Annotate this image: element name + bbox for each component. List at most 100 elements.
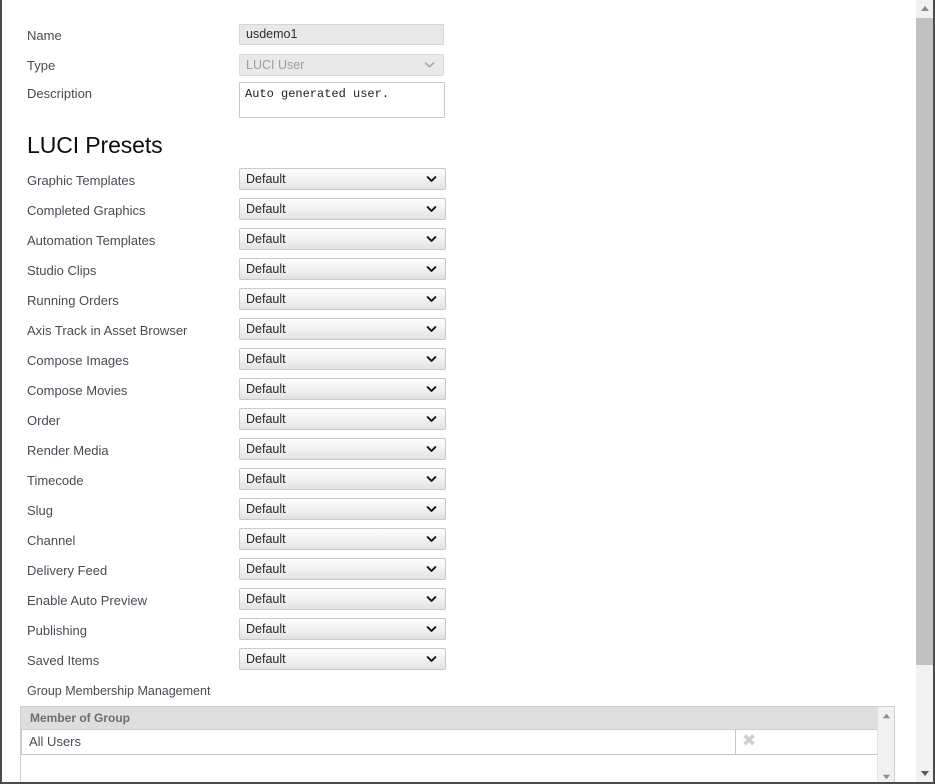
name-label: Name: [27, 28, 62, 43]
table-row[interactable]: All Users ✖: [21, 730, 878, 755]
preset-label-axis-track-in-asset-browser: Axis Track in Asset Browser: [27, 323, 188, 338]
column-header-action: [736, 707, 878, 729]
preset-row-compose-movies: Compose Movies Default: [2, 378, 472, 410]
preset-select-value: Default: [246, 622, 286, 636]
preset-row-order: Order Default: [2, 408, 472, 440]
preset-label-studio-clips: Studio Clips: [27, 263, 97, 278]
type-select[interactable]: LUCI User: [239, 54, 444, 76]
preset-row-channel: Channel Default: [2, 528, 472, 560]
preset-row-graphic-templates: Graphic Templates Default: [2, 168, 472, 200]
form-row-name: Name usdemo1: [2, 24, 472, 56]
preset-label-running-orders: Running Orders: [27, 293, 119, 308]
preset-row-axis-track-in-asset-browser: Axis Track in Asset Browser Default: [2, 318, 472, 350]
chevron-down-icon: [426, 264, 437, 275]
preset-row-automation-templates: Automation Templates Default: [2, 228, 472, 260]
form-row-description: Description Auto generated user.: [2, 82, 472, 124]
chevron-down-icon: [426, 324, 437, 335]
preset-select-publishing[interactable]: Default: [239, 618, 446, 640]
chevron-down-icon: [426, 354, 437, 365]
group-name-cell: All Users: [21, 730, 736, 755]
preset-row-completed-graphics: Completed Graphics Default: [2, 198, 472, 230]
preset-select-compose-images[interactable]: Default: [239, 348, 446, 370]
preset-select-timecode[interactable]: Default: [239, 468, 446, 490]
chevron-down-icon: [426, 204, 437, 215]
preset-select-value: Default: [246, 532, 286, 546]
preset-label-channel: Channel: [27, 533, 76, 548]
preset-select-value: Default: [246, 412, 286, 426]
chevron-down-icon: [426, 624, 437, 635]
properties-content-pane: Name usdemo1 Type LUCI User Description …: [2, 0, 907, 782]
preset-select-value: Default: [246, 322, 286, 336]
preset-label-compose-movies: Compose Movies: [27, 383, 128, 398]
group-membership-table: Member of Group All Users ✖: [21, 707, 878, 755]
preset-select-value: Default: [246, 172, 286, 186]
preset-select-running-orders[interactable]: Default: [239, 288, 446, 310]
delete-x-icon[interactable]: ✖: [742, 730, 756, 753]
preset-select-automation-templates[interactable]: Default: [239, 228, 446, 250]
page-title: LUCI Presets: [27, 132, 163, 158]
row-action-cell: ✖: [736, 730, 878, 755]
group-membership-label: Group Membership Management: [27, 684, 211, 698]
preset-select-value: Default: [246, 292, 286, 306]
scroll-down-arrow-icon[interactable]: [878, 768, 894, 782]
chevron-down-icon: [426, 504, 437, 515]
panel-scrollbar[interactable]: [877, 707, 894, 782]
preset-select-value: Default: [246, 592, 286, 606]
chevron-down-icon: [426, 294, 437, 305]
preset-row-enable-auto-preview: Enable Auto Preview Default: [2, 588, 472, 620]
preset-select-value: Default: [246, 352, 286, 366]
preset-label-compose-images: Compose Images: [27, 353, 129, 368]
chevron-down-icon: [426, 234, 437, 245]
preset-select-value: Default: [246, 232, 286, 246]
group-membership-panel: Member of Group All Users ✖: [20, 706, 895, 782]
preset-select-order[interactable]: Default: [239, 408, 446, 430]
preset-select-value: Default: [246, 202, 286, 216]
preset-select-channel[interactable]: Default: [239, 528, 446, 550]
scroll-up-arrow-icon[interactable]: [916, 0, 933, 17]
main-scrollbar-thumb[interactable]: [916, 18, 933, 665]
scroll-down-arrow-icon[interactable]: [916, 765, 933, 782]
preset-row-compose-images: Compose Images Default: [2, 348, 472, 380]
preset-select-value: Default: [246, 652, 286, 666]
preset-select-value: Default: [246, 382, 286, 396]
preset-row-studio-clips: Studio Clips Default: [2, 258, 472, 290]
preset-select-enable-auto-preview[interactable]: Default: [239, 588, 446, 610]
scroll-up-arrow-icon[interactable]: [878, 707, 894, 724]
preset-select-graphic-templates[interactable]: Default: [239, 168, 446, 190]
table-header-row: Member of Group: [21, 707, 878, 730]
user-properties-window: Name usdemo1 Type LUCI User Description …: [0, 0, 935, 784]
preset-select-render-media[interactable]: Default: [239, 438, 446, 460]
preset-label-graphic-templates: Graphic Templates: [27, 173, 136, 188]
preset-row-running-orders: Running Orders Default: [2, 288, 472, 320]
preset-row-render-media: Render Media Default: [2, 438, 472, 470]
chevron-down-icon: [426, 414, 437, 425]
type-label: Type: [27, 58, 56, 73]
preset-label-enable-auto-preview: Enable Auto Preview: [27, 593, 147, 608]
preset-select-value: Default: [246, 472, 286, 486]
preset-label-slug: Slug: [27, 503, 54, 518]
preset-row-timecode: Timecode Default: [2, 468, 472, 500]
preset-select-slug[interactable]: Default: [239, 498, 446, 520]
chevron-down-icon: [426, 384, 437, 395]
preset-select-completed-graphics[interactable]: Default: [239, 198, 446, 220]
preset-select-saved-items[interactable]: Default: [239, 648, 446, 670]
name-input[interactable]: usdemo1: [239, 24, 444, 45]
chevron-down-icon: [426, 474, 437, 485]
chevron-down-icon: [426, 564, 437, 575]
type-select-value: LUCI User: [246, 58, 305, 72]
preset-label-delivery-feed: Delivery Feed: [27, 563, 108, 578]
preset-label-order: Order: [27, 413, 61, 428]
preset-select-axis-track-in-asset-browser[interactable]: Default: [239, 318, 446, 340]
preset-select-studio-clips[interactable]: Default: [239, 258, 446, 280]
preset-select-delivery-feed[interactable]: Default: [239, 558, 446, 580]
preset-select-compose-movies[interactable]: Default: [239, 378, 446, 400]
preset-select-value: Default: [246, 442, 286, 456]
preset-label-timecode: Timecode: [27, 473, 84, 488]
preset-row-publishing: Publishing Default: [2, 618, 472, 650]
description-textarea[interactable]: Auto generated user.: [239, 82, 445, 118]
main-scrollbar[interactable]: [905, 0, 935, 782]
chevron-down-icon: [426, 654, 437, 665]
chevron-down-icon: [424, 60, 435, 71]
preset-select-value: Default: [246, 502, 286, 516]
preset-select-value: Default: [246, 262, 286, 276]
